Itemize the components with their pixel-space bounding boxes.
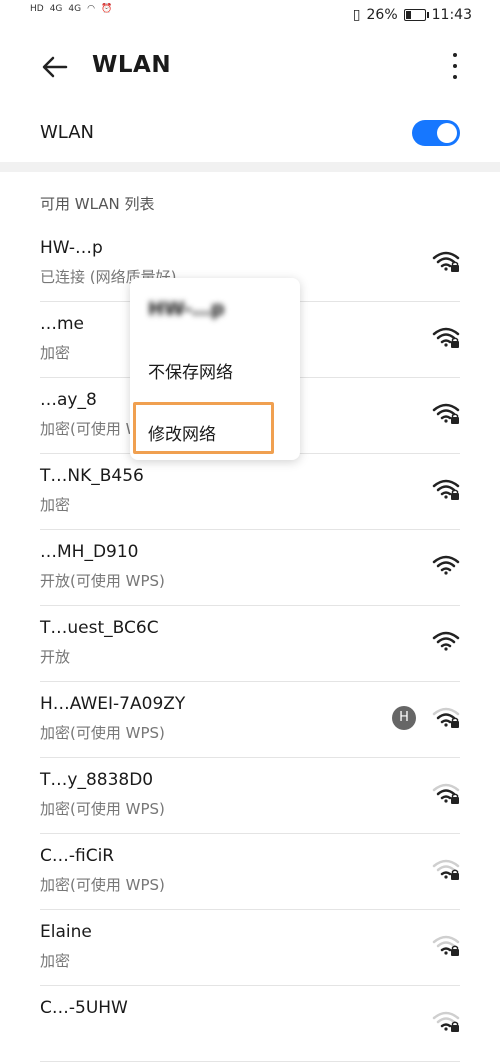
network-name: T…NK_B456 xyxy=(40,466,144,486)
wifi-lock-icon xyxy=(432,1009,460,1033)
network-status: 开放(可使用 WPS) xyxy=(40,572,165,590)
highlight-annotation xyxy=(133,402,274,454)
network-name: T…uest_BC6C xyxy=(40,618,159,638)
network-row[interactable]: T…NK_B456 加密 xyxy=(40,454,460,530)
wifi-lock-icon xyxy=(432,477,460,501)
wifi-lock-icon xyxy=(432,933,460,957)
huawei-share-icon: H xyxy=(392,706,416,730)
alarm-icon: ⏰ xyxy=(100,4,113,14)
wifi-icon xyxy=(432,629,460,653)
hd-indicator: HD xyxy=(30,4,44,14)
app-header: WLAN xyxy=(0,40,500,96)
wlan-toggle-switch[interactable] xyxy=(412,120,460,146)
network-status: 加密(可使用 WPS) xyxy=(40,800,165,818)
network-row[interactable]: C…-5UHW xyxy=(40,986,460,1062)
network-row[interactable]: C…-fiCiR 加密(可使用 WPS) xyxy=(40,834,460,910)
network-name: Elaine xyxy=(40,922,92,942)
network-name: …me xyxy=(40,314,85,334)
wifi-lock-icon xyxy=(432,705,460,729)
wlan-toggle-label: WLAN xyxy=(40,122,95,143)
network-name: …MH_D910 xyxy=(40,542,139,562)
network-name: T…y_8838D0 xyxy=(40,770,154,790)
available-networks-heading: 可用 WLAN 列表 xyxy=(40,195,155,213)
network-name: HW-…p xyxy=(40,238,103,258)
network-row[interactable]: T…uest_BC6C 开放 xyxy=(40,606,460,682)
popup-network-name: HW-…p xyxy=(148,298,225,320)
wifi-lock-icon xyxy=(432,857,460,881)
network-row[interactable]: T…y_8838D0 加密(可使用 WPS) xyxy=(40,758,460,834)
vibrate-icon: ▯ xyxy=(352,7,361,23)
network-status: 加密(可使用 WPS) xyxy=(40,724,165,742)
clock: 11:43 xyxy=(431,7,472,23)
page-title: WLAN xyxy=(92,52,172,78)
network-row[interactable]: Elaine 加密 xyxy=(40,910,460,986)
status-bar: HD 4G 4G ◠ ⏰ ▯ 26% 11:43 xyxy=(0,0,500,32)
status-right: ▯ 26% 11:43 xyxy=(353,7,472,23)
back-arrow-icon[interactable] xyxy=(40,52,70,82)
signal-indicators: HD 4G 4G ◠ ⏰ xyxy=(30,4,112,14)
network-status: 开放 xyxy=(40,648,71,666)
network-name: C…-fiCiR xyxy=(40,846,115,866)
section-divider xyxy=(0,162,500,172)
wifi-lock-icon xyxy=(432,401,460,425)
network-row[interactable]: …MH_D910 开放(可使用 WPS) xyxy=(40,530,460,606)
wifi-icon xyxy=(432,553,460,577)
wifi-lock-icon xyxy=(432,249,460,273)
network-indicator-2: 4G xyxy=(68,4,82,14)
battery-icon xyxy=(403,9,429,21)
network-status: 加密(可使用 WPS) xyxy=(40,876,165,894)
network-name: H…AWEI-7A09ZY xyxy=(40,694,186,714)
more-options-icon[interactable] xyxy=(450,53,460,81)
network-name: C…-5UHW xyxy=(40,998,128,1018)
network-status: 加密 xyxy=(40,344,71,362)
battery-percent: 26% xyxy=(366,7,398,23)
wlan-toggle-row: WLAN xyxy=(0,108,500,158)
forget-network-option[interactable]: 不保存网络 xyxy=(148,358,233,383)
network-row[interactable]: H…AWEI-7A09ZY 加密(可使用 WPS) H xyxy=(40,682,460,758)
network-status: 加密 xyxy=(40,952,71,970)
wifi-lock-icon xyxy=(432,781,460,805)
network-status: 加密 xyxy=(40,496,71,514)
wifi-lock-icon xyxy=(432,325,460,349)
wifi-status-icon: ◠ xyxy=(87,4,95,14)
network-name: …ay_8 xyxy=(40,390,97,410)
network-indicator-1: 4G xyxy=(49,4,63,14)
